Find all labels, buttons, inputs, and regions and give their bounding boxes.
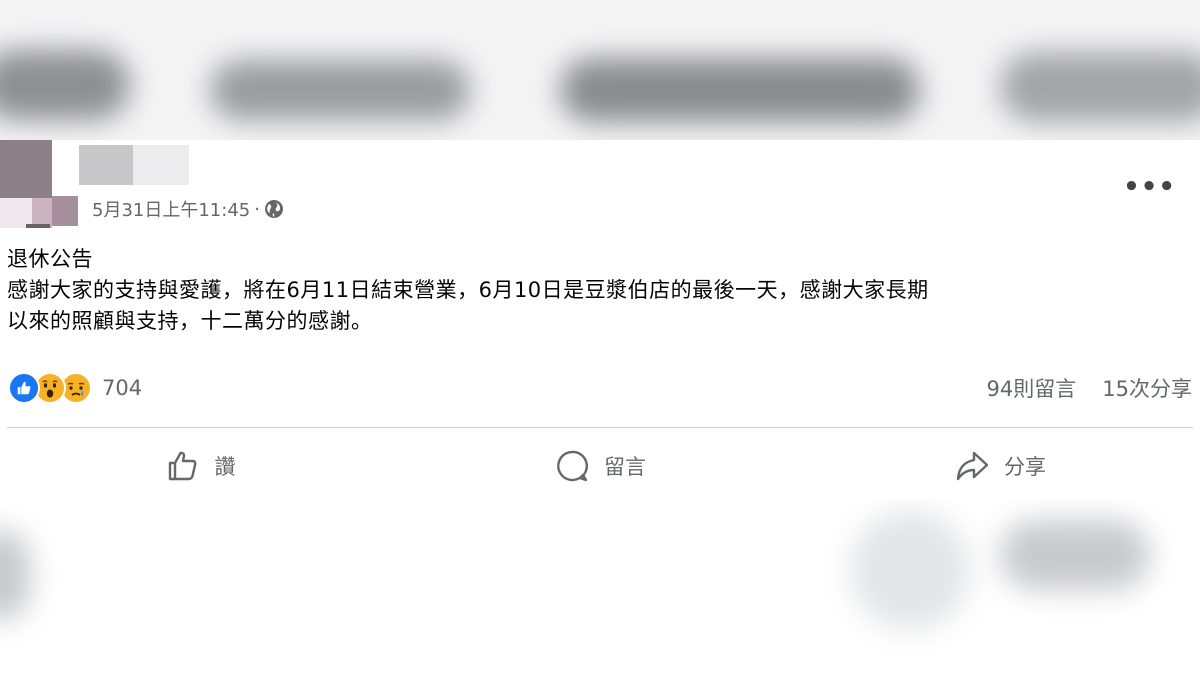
- globe-icon[interactable]: [264, 199, 284, 219]
- share-button[interactable]: 分享: [800, 440, 1200, 492]
- blurred-footer-region: [0, 500, 1200, 675]
- thumbs-up-icon: [168, 451, 196, 481]
- post-timestamp[interactable]: 5月31日上午11:45: [92, 196, 250, 222]
- author-name-pixelated[interactable]: [79, 145, 189, 185]
- post-text-line: 退休公告: [7, 247, 93, 271]
- blurred-header-region: [0, 0, 1200, 140]
- avatar[interactable]: [0, 140, 80, 228]
- comment-bubble-icon: [557, 450, 588, 482]
- meta-separator: ·: [254, 198, 260, 220]
- engagement-stats: 94則留言 15次分享: [987, 373, 1192, 403]
- reaction-count: 704: [102, 376, 143, 400]
- post-meta: 5月31日上午11:45 ·: [92, 196, 284, 222]
- reaction-summary[interactable]: 704: [8, 371, 142, 405]
- action-bar: 讚 留言 分享: [0, 440, 1200, 492]
- share-button-label: 分享: [1004, 455, 1046, 479]
- comment-count-link[interactable]: 94則留言: [987, 373, 1077, 403]
- more-options-icon[interactable]: •••: [1123, 174, 1176, 200]
- divider: [7, 427, 1193, 428]
- comment-button-label: 留言: [604, 455, 646, 479]
- post-text-line: 以來的照顧與支持，十二萬分的感謝。: [7, 309, 373, 333]
- comment-button[interactable]: 留言: [400, 440, 800, 492]
- like-button[interactable]: 讚: [0, 440, 400, 492]
- like-reaction-icon: [8, 372, 40, 404]
- share-arrow-icon: [956, 451, 989, 481]
- post-card: 5月31日上午11:45 · ••• 退休公告 感謝大家的支持與愛護，將在6月1…: [0, 140, 1200, 500]
- post-text-line: 感謝大家的支持與愛護，將在6月11日結束營業，6月10日是豆漿伯店的最後一天，感…: [7, 278, 929, 302]
- post-text: 退休公告 感謝大家的支持與愛護，將在6月11日結束營業，6月10日是豆漿伯店的最…: [7, 244, 929, 337]
- like-button-label: 讚: [214, 455, 236, 479]
- share-count-link[interactable]: 15次分享: [1102, 373, 1192, 403]
